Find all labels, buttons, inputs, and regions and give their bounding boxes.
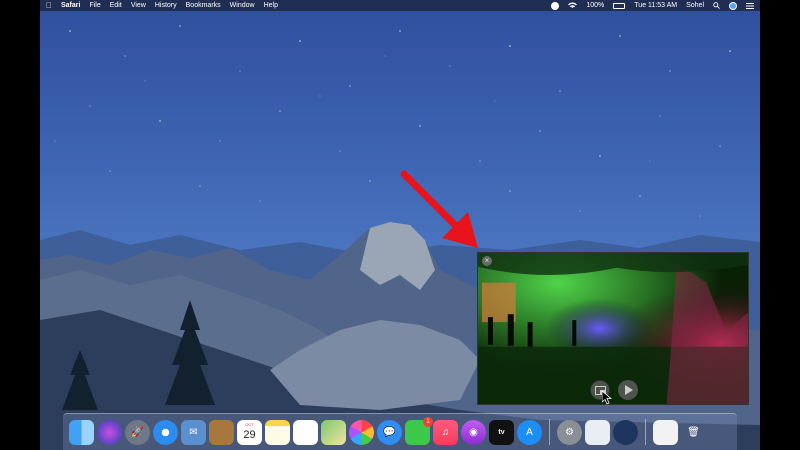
battery-percent[interactable]: 100% <box>586 2 604 9</box>
picture-in-picture-window[interactable]: × <box>477 252 749 405</box>
menu-user[interactable]: Sohel <box>686 2 704 9</box>
music-icon[interactable]: ♫ <box>433 419 458 445</box>
spotlight-search-icon[interactable] <box>713 2 720 9</box>
pip-close-button[interactable]: × <box>482 256 492 266</box>
downloads-stack-icon[interactable] <box>653 419 678 445</box>
photos-icon[interactable] <box>349 419 374 445</box>
preview-icon[interactable] <box>585 419 610 445</box>
facetime-icon[interactable]: 1 <box>405 416 433 445</box>
system-preferences-icon[interactable]: ⚙ <box>557 419 582 445</box>
notification-center-icon[interactable] <box>746 2 754 9</box>
calendar-month: OCT <box>245 421 254 427</box>
wifi-icon[interactable] <box>568 2 578 9</box>
apple-menu-icon[interactable]:  <box>46 1 52 10</box>
mouse-cursor-icon <box>602 391 612 405</box>
menu-clock[interactable]: Tue 11:53 AM <box>634 2 677 9</box>
messages-icon[interactable]: 💬 <box>377 419 402 445</box>
menu-bookmarks[interactable]: Bookmarks <box>186 2 221 9</box>
dock-separator-2 <box>645 419 646 445</box>
battery-icon[interactable] <box>613 2 626 9</box>
calendar-day: 29 <box>243 428 256 441</box>
mail-icon[interactable]: ✉ <box>181 419 206 445</box>
video-frame <box>478 253 748 404</box>
dock: 🚀 ✉ OCT 29 💬 1 ♫ ◉ tv A ⚙ 🗑 <box>63 413 737 450</box>
dock-separator <box>549 419 550 445</box>
podcasts-icon[interactable]: ◉ <box>461 419 486 445</box>
menu-app-name[interactable]: Safari <box>61 2 80 9</box>
safari-icon[interactable] <box>153 419 178 445</box>
notes-icon[interactable] <box>265 419 290 445</box>
menu-history[interactable]: History <box>155 2 177 9</box>
calendar-icon[interactable]: OCT 29 <box>237 419 262 445</box>
maps-icon[interactable] <box>321 419 346 445</box>
menu-window[interactable]: Window <box>230 2 255 9</box>
finder-icon[interactable] <box>69 419 94 445</box>
status-circle-icon[interactable] <box>551 1 560 10</box>
pip-play-button[interactable] <box>618 380 638 400</box>
menu-bar:  Safari File Edit View History Bookmark… <box>40 0 760 11</box>
siri-menu-icon[interactable] <box>729 1 737 10</box>
menu-view[interactable]: View <box>131 2 146 9</box>
trash-icon[interactable]: 🗑 <box>681 420 706 445</box>
apple-tv-icon[interactable]: tv <box>489 419 514 445</box>
reminders-icon[interactable] <box>293 419 318 445</box>
browser-app-icon[interactable] <box>613 419 638 445</box>
play-icon <box>624 385 633 395</box>
launchpad-icon[interactable]: 🚀 <box>125 419 150 445</box>
facetime-badge: 1 <box>423 416 433 427</box>
desktop:  Safari File Edit View History Bookmark… <box>40 0 760 450</box>
menu-file[interactable]: File <box>89 2 100 9</box>
siri-icon[interactable] <box>97 419 122 445</box>
app-store-icon[interactable]: A <box>517 419 542 445</box>
contacts-icon[interactable] <box>209 419 234 445</box>
tv-label: tv <box>498 428 505 436</box>
menu-edit[interactable]: Edit <box>110 2 122 9</box>
red-arrow-annotation <box>400 170 478 248</box>
menu-help[interactable]: Help <box>264 2 278 9</box>
